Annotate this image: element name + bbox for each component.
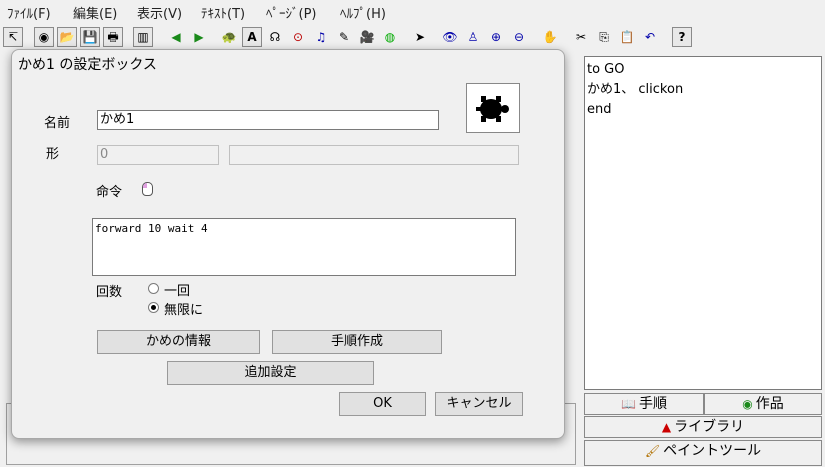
library-label: ライブラリ: [674, 419, 745, 435]
once-radio[interactable]: [148, 283, 159, 294]
tab-works[interactable]: ◉ 作品: [704, 393, 822, 415]
library-button[interactable]: ▲ ライブラリ: [584, 416, 822, 438]
menu-file[interactable]: ﾌｧｲﾙ(F): [7, 3, 51, 22]
forward-icon[interactable]: ▶: [189, 27, 209, 47]
shape-name-field: [229, 145, 519, 165]
globe-icon[interactable]: ◍: [380, 27, 400, 47]
extra-settings-button[interactable]: 追加設定: [167, 361, 374, 385]
paste-icon[interactable]: 📋: [617, 27, 637, 47]
zoom-out-icon[interactable]: ⊖: [509, 27, 529, 47]
paint-tool-button[interactable]: 🖌 ペイントツール: [584, 440, 822, 466]
works-icon: ◉: [742, 397, 753, 411]
select-page-icon[interactable]: ↸: [3, 27, 23, 47]
undo-icon[interactable]: ↶: [640, 27, 660, 47]
tab-works-label: 作品: [755, 396, 784, 412]
turtle-cursor-icon[interactable]: ☊: [265, 27, 285, 47]
brush-icon: 🖌: [644, 444, 661, 458]
once-label: 一回: [164, 284, 191, 299]
text-box-icon[interactable]: A: [242, 27, 262, 47]
forever-radio[interactable]: [148, 302, 159, 313]
draw-icon[interactable]: ✎: [334, 27, 354, 47]
zoom-in-icon[interactable]: ⊕: [486, 27, 506, 47]
script-line: かめ1、 clickon: [587, 82, 684, 97]
command-textarea[interactable]: forward 10 wait 4: [92, 218, 516, 276]
cut-icon[interactable]: ✂: [571, 27, 591, 47]
paint-tool-label: ペイントツール: [663, 443, 762, 459]
tab-procedures-label: 手順: [638, 396, 667, 412]
turtle-hatch-icon[interactable]: 🐢: [219, 27, 239, 47]
stamp-icon[interactable]: ♙: [463, 27, 483, 47]
turtle-icon: [476, 96, 509, 122]
turtle-preview[interactable]: [466, 83, 520, 133]
properties-icon[interactable]: ▥: [133, 27, 153, 47]
menu-page[interactable]: ﾍﾟｰｼﾞ(P): [266, 3, 316, 22]
count-label: 回数: [96, 285, 123, 300]
print-icon[interactable]: 🖶: [103, 27, 123, 47]
forever-label: 無限に: [164, 303, 204, 318]
ok-button[interactable]: OK: [339, 392, 426, 416]
eye-icon[interactable]: 👁: [440, 27, 460, 47]
tab-procedures[interactable]: 📖 手順: [584, 393, 704, 415]
slider-icon[interactable]: ⊙: [288, 27, 308, 47]
movie-icon[interactable]: 🎥: [357, 27, 377, 47]
copy-icon[interactable]: ⎘: [594, 27, 614, 47]
cancel-button[interactable]: キャンセル: [435, 392, 523, 416]
mouse-icon[interactable]: [142, 182, 153, 196]
menu-view[interactable]: 表示(V): [137, 3, 182, 22]
pointer-icon[interactable]: ➤: [410, 27, 430, 47]
procedures-pane[interactable]: to GO かめ1、 clickon end: [584, 56, 822, 390]
music-icon[interactable]: ♫: [311, 27, 331, 47]
back-icon[interactable]: ◀: [166, 27, 186, 47]
menu-text[interactable]: ﾃｷｽﾄ(T): [201, 3, 245, 22]
new-page-icon[interactable]: ◉: [34, 27, 54, 47]
command-label: 命令: [96, 185, 123, 200]
menu-bar: ﾌｧｲﾙ(F) 編集(E) 表示(V) ﾃｷｽﾄ(T) ﾍﾟｰｼﾞ(P) ﾍﾙﾌ…: [0, 0, 825, 24]
toolbar: ↸ ◉ 📂 💾 🖶 ▥ ◀ ▶ 🐢 A ☊ ⊙ ♫ ✎ 🎥 ◍ ➤ 👁 ♙ ⊕ …: [0, 26, 825, 50]
menu-edit[interactable]: 編集(E): [73, 3, 117, 22]
turtle-settings-dialog: かめ1 の設定ボックス 名前 かめ1 形 0 命令 forward 10 wai…: [11, 49, 565, 439]
stop-hand-icon[interactable]: ✋: [540, 27, 560, 47]
save-icon[interactable]: 💾: [80, 27, 100, 47]
book-icon: 📖: [621, 397, 636, 411]
shape-label: 形: [46, 147, 60, 162]
menu-help[interactable]: ﾍﾙﾌﾟ(H): [340, 3, 386, 22]
turtle-info-button[interactable]: かめの情報: [97, 330, 260, 354]
make-procedure-button[interactable]: 手順作成: [272, 330, 442, 354]
shape-field: 0: [97, 145, 219, 165]
script-line: end: [587, 102, 612, 117]
shapes-icon: ▲: [661, 420, 672, 434]
name-label: 名前: [44, 116, 71, 131]
script-line: to GO: [587, 62, 625, 77]
dialog-title: かめ1 の設定ボックス: [18, 57, 157, 73]
name-field[interactable]: かめ1: [97, 110, 439, 130]
open-icon[interactable]: 📂: [57, 27, 77, 47]
help-icon[interactable]: ?: [672, 27, 692, 47]
